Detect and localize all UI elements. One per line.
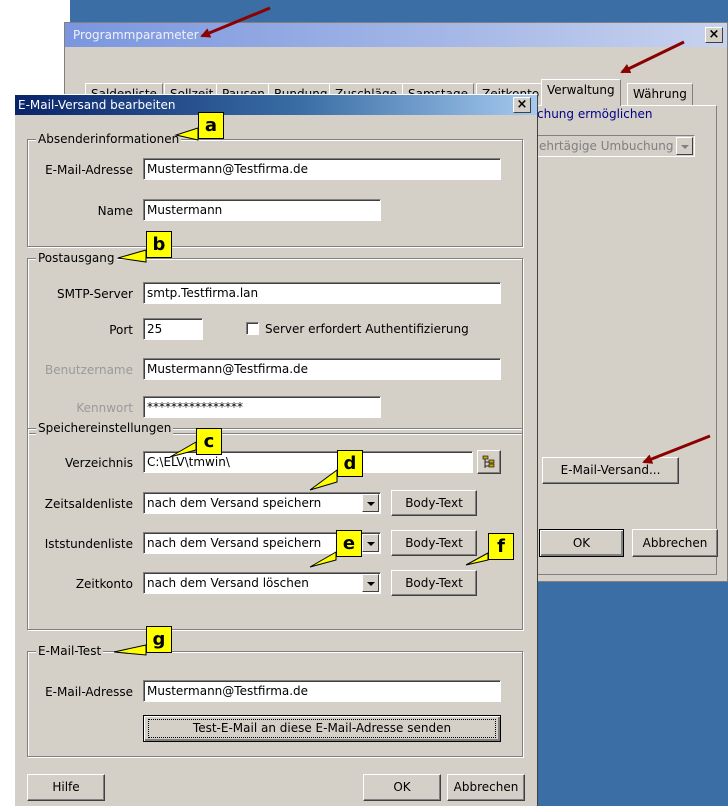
callout-d: d [337, 450, 363, 477]
body-text-label-2: Body-Text [405, 536, 463, 550]
username-label: Benutzername [45, 363, 133, 377]
programmparameter-title: Programmparameter [65, 23, 727, 47]
callout-g: g [146, 626, 172, 653]
email-versand-dialog: E-Mail-Versand bearbeiten × Absenderinfo… [14, 94, 538, 806]
focus-rectangle [148, 719, 496, 738]
sender-email-field[interactable]: Mustermann@Testfirma.de [143, 158, 501, 180]
storage-row-label-1: Zeitsaldenliste [44, 497, 133, 511]
ok-button[interactable]: OK [363, 774, 441, 801]
cancel-label: Abbrechen [453, 780, 519, 794]
storage-select-1[interactable]: nach dem Versand speichern [143, 492, 381, 514]
callout-e: e [336, 530, 362, 557]
send-test-email-button[interactable]: Test-E-Mail an diese E-Mail-Adresse send… [143, 715, 501, 742]
tab-waehrung[interactable]: Währung [627, 83, 693, 105]
callout-c: c [196, 428, 222, 455]
test-email-field[interactable]: Mustermann@Testfirma.de [143, 680, 501, 702]
chevron-down-icon[interactable] [362, 494, 379, 512]
port-label: Port [109, 323, 133, 337]
body-text-button-3[interactable]: Body-Text [391, 570, 477, 596]
directory-label: Verzeichnis [64, 456, 133, 470]
partial-checkbox-label: chung ermöglichen [537, 107, 653, 121]
email-versand-label: E-Mail-Versand... [560, 463, 661, 477]
partial-dropdown-value: ehrtägige Umbuchung [539, 139, 674, 153]
sender-group: Absenderinformationen [27, 132, 523, 247]
storage-select-3[interactable]: nach dem Versand löschen [143, 572, 381, 594]
password-label: Kennwort [76, 401, 133, 415]
close-icon[interactable]: × [705, 27, 723, 43]
folder-tree-icon[interactable] [477, 450, 501, 474]
tab-verwaltung[interactable]: Verwaltung [541, 79, 621, 106]
body-text-label-3: Body-Text [405, 576, 463, 590]
chevron-down-icon[interactable] [362, 574, 379, 592]
sender-name-field[interactable]: Mustermann [143, 199, 381, 221]
chevron-down-icon[interactable] [362, 534, 379, 552]
email-versand-button[interactable]: E-Mail-Versand... [542, 457, 679, 484]
help-button[interactable]: Hilfe [27, 774, 105, 801]
storage-row-label-2: Iststundenliste [44, 537, 133, 551]
directory-field[interactable]: C:\ELV\tmwin\ [143, 451, 473, 473]
storage-select-value-1: nach dem Versand speichern [147, 496, 322, 510]
outgoing-group-title: Postausgang [36, 251, 117, 265]
sender-email-label: E-Mail-Adresse [45, 163, 133, 177]
bg-cancel-button[interactable]: Abbrechen [632, 529, 718, 557]
test-group-title: E-Mail-Test [36, 644, 104, 658]
sender-name-label: Name [97, 204, 133, 218]
storage-select-value-2: nach dem Versand speichern [147, 536, 322, 550]
callout-b: b [146, 231, 172, 258]
storage-select-value-3: nach dem Versand löschen [147, 576, 309, 590]
bg-cancel-label: Abbrechen [642, 536, 708, 550]
cancel-button[interactable]: Abbrechen [447, 774, 525, 801]
help-label: Hilfe [52, 780, 80, 794]
body-text-label-1: Body-Text [405, 496, 463, 510]
storage-group-title: Speichereinstellungen [36, 421, 174, 435]
partial-dropdown: ehrtägige Umbuchung [537, 135, 695, 157]
username-field[interactable]: Mustermann@Testfirma.de [143, 358, 501, 380]
test-email-label: E-Mail-Adresse [45, 685, 133, 699]
body-text-button-2[interactable]: Body-Text [391, 530, 477, 556]
bg-ok-label: OK [572, 536, 591, 550]
callout-f: f [488, 533, 514, 560]
password-field[interactable]: **************** [143, 396, 381, 418]
dialog-close-icon[interactable]: × [513, 97, 531, 113]
smtp-field[interactable]: smtp.Testfirma.lan [143, 282, 501, 304]
ok-label: OK [393, 780, 411, 794]
sender-group-title: Absenderinformationen [36, 132, 182, 146]
body-text-button-1[interactable]: Body-Text [391, 490, 477, 516]
auth-checkbox[interactable] [246, 322, 259, 335]
dialog-title: E-Mail-Versand bearbeiten [15, 95, 537, 115]
callout-a: a [198, 112, 224, 139]
port-field[interactable]: 25 [143, 318, 203, 340]
auth-checkbox-label: Server erfordert Authentifizierung [265, 322, 469, 336]
storage-row-label-3: Zeitkonto [75, 577, 133, 591]
bg-ok-button[interactable]: OK [539, 529, 624, 557]
smtp-label: SMTP-Server [57, 287, 133, 301]
chevron-down-icon [676, 137, 693, 155]
